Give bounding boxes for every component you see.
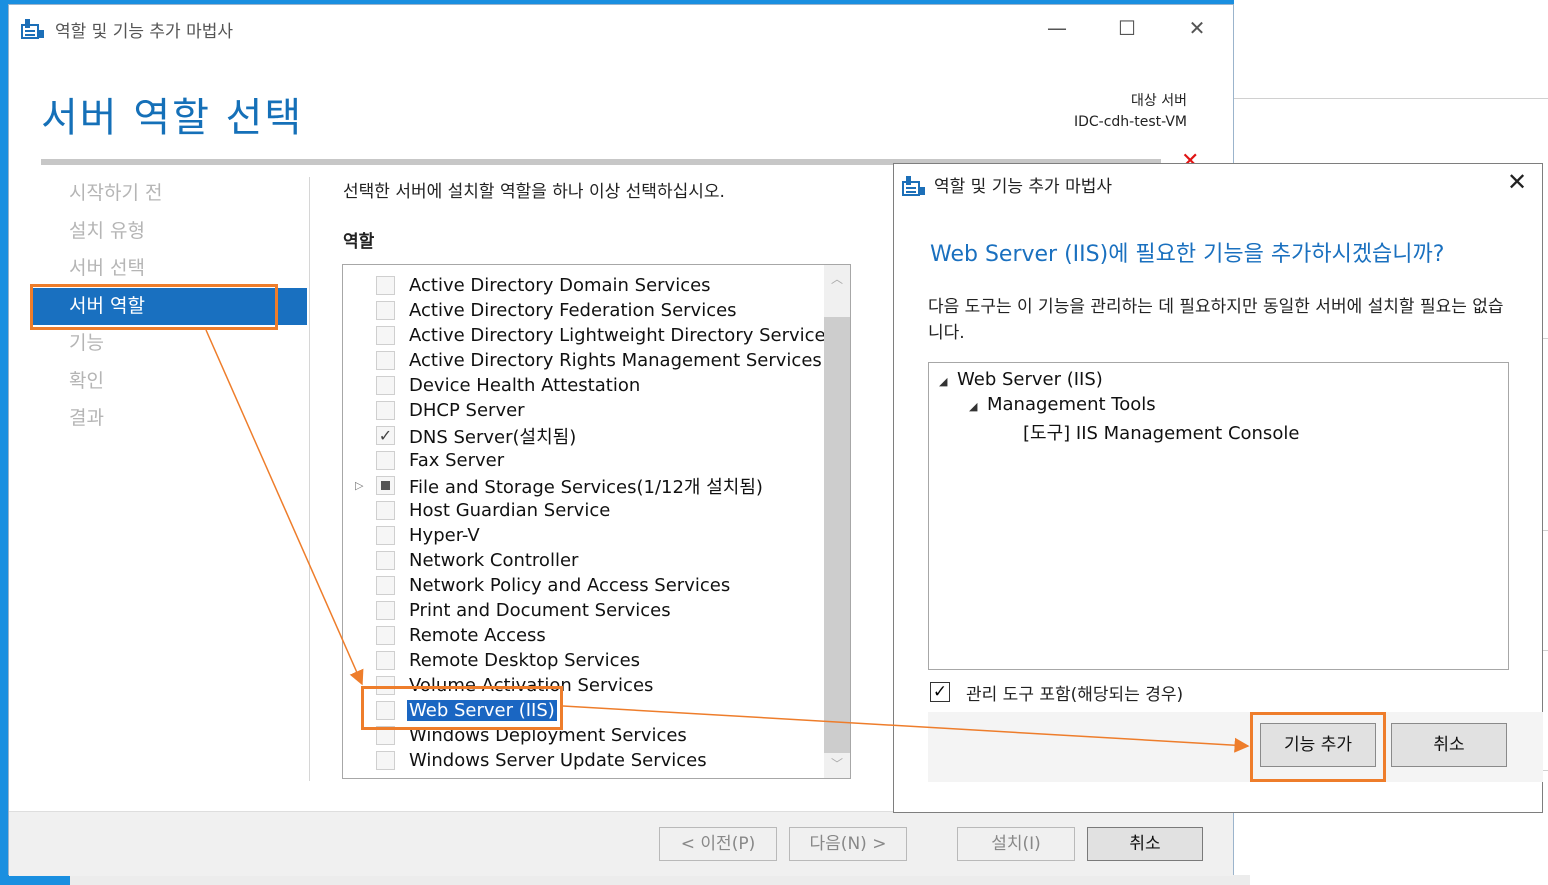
tree-item-iis-management-console[interactable]: [도구] IIS Management Console: [1023, 419, 1299, 445]
minimize-button[interactable]: —: [1037, 13, 1077, 43]
highlight-box-server-roles: [30, 284, 278, 330]
role-checkbox[interactable]: [376, 301, 395, 320]
close-button[interactable]: ✕: [1177, 13, 1217, 43]
include-tools-label: 관리 도구 포함(해당되는 경우): [966, 685, 1184, 705]
next-button[interactable]: 다음(N) >: [789, 827, 907, 861]
role-row[interactable]: ✓ DNS Server(설치됨): [343, 423, 823, 448]
role-label: Print and Document Services: [409, 600, 671, 621]
role-checkbox[interactable]: [376, 576, 395, 595]
role-row[interactable]: Active Directory Rights Management Servi…: [343, 348, 823, 373]
role-checkbox[interactable]: [376, 526, 395, 545]
role-label: Device Health Attestation: [409, 375, 641, 396]
roles-heading: 역할: [343, 232, 375, 252]
role-row[interactable]: Print and Document Services: [343, 598, 823, 623]
tree-item-web-server[interactable]: ◢ Web Server (IIS): [939, 369, 1103, 390]
window-title: 역할 및 기능 추가 마법사: [55, 22, 234, 42]
dialog-description: 다음 도구는 이 기능을 관리하는 데 필요하지만 동일한 서버에 설치할 필요…: [928, 297, 1504, 343]
expanded-triangle-icon[interactable]: ◢: [969, 400, 987, 413]
instruction-text: 선택한 서버에 설치할 역할을 하나 이상 선택하십시오.: [343, 182, 725, 202]
nav-divider: [309, 177, 310, 781]
role-label: Active Directory Federation Services: [409, 300, 737, 321]
desktop-background: [0, 0, 8, 885]
scroll-thumb[interactable]: [824, 317, 850, 753]
role-label: Remote Access: [409, 625, 546, 646]
nav-item-installation-type[interactable]: 설치 유형: [31, 213, 307, 251]
role-label: Host Guardian Service: [409, 500, 611, 521]
role-checkbox[interactable]: [376, 376, 395, 395]
role-row[interactable]: Windows Server Update Services: [343, 748, 823, 773]
dialog-close-button[interactable]: ✕: [1502, 168, 1532, 196]
role-row[interactable]: Active Directory Domain Services: [343, 273, 823, 298]
role-checkbox[interactable]: [376, 651, 395, 670]
role-checkbox[interactable]: [376, 476, 395, 495]
role-checkbox[interactable]: ✓: [376, 426, 395, 445]
server-manager-icon: [902, 176, 925, 196]
role-checkbox[interactable]: [376, 401, 395, 420]
include-tools-checkbox[interactable]: ✓: [930, 682, 950, 702]
role-row[interactable]: Host Guardian Service: [343, 498, 823, 523]
role-label: DHCP Server: [409, 400, 525, 421]
role-label: Active Directory Rights Management Servi…: [409, 350, 822, 371]
role-checkbox[interactable]: [376, 551, 395, 570]
role-label: Active Directory Domain Services: [409, 275, 711, 296]
role-checkbox[interactable]: [376, 351, 395, 370]
server-manager-icon: [21, 19, 44, 39]
maximize-button[interactable]: ☐: [1107, 13, 1147, 43]
target-server-info: 대상 서버 IDC-cdh-test-VM: [1074, 91, 1187, 133]
expanded-triangle-icon[interactable]: ◢: [939, 375, 957, 388]
role-row[interactable]: Fax Server: [343, 448, 823, 473]
role-label: File and Storage Services(1/12개 설치됨): [409, 476, 763, 498]
role-row[interactable]: Network Controller: [343, 548, 823, 573]
role-checkbox[interactable]: [376, 451, 395, 470]
nav-item-confirmation[interactable]: 확인: [31, 363, 307, 401]
role-label: Active Directory Lightweight Directory S…: [409, 325, 835, 346]
nav-item-before-you-begin[interactable]: 시작하기 전: [31, 175, 307, 213]
dialog-title: 역할 및 기능 추가 마법사: [934, 177, 1113, 197]
role-label: Fax Server: [409, 450, 505, 471]
role-label: DNS Server(설치됨): [409, 426, 577, 448]
role-checkbox[interactable]: [376, 751, 395, 770]
target-server-name: IDC-cdh-test-VM: [1073, 114, 1187, 130]
role-label: Network Controller: [409, 550, 579, 571]
previous-button[interactable]: < 이전(P): [659, 827, 777, 861]
role-checkbox[interactable]: [376, 501, 395, 520]
role-row[interactable]: Active Directory Lightweight Directory S…: [343, 323, 835, 348]
install-button[interactable]: 설치(I): [957, 827, 1075, 861]
role-checkbox[interactable]: [376, 601, 395, 620]
role-label: Remote Desktop Services: [409, 650, 641, 671]
role-row[interactable]: Active Directory Federation Services: [343, 298, 823, 323]
scroll-up-arrow-icon[interactable]: ︿: [824, 267, 850, 291]
nav-item-results[interactable]: 결과: [31, 400, 307, 438]
role-row[interactable]: Network Policy and Access Services: [343, 573, 823, 598]
features-tree[interactable]: ◢ Web Server (IIS) ◢ Management Tools [도구]…: [928, 362, 1509, 670]
role-row[interactable]: Remote Access: [343, 623, 823, 648]
dialog-heading: Web Server (IIS)에 필요한 기능을 추가하시겠습니까?: [930, 242, 1445, 267]
nav-item-server-selection[interactable]: 서버 선택: [31, 250, 307, 288]
role-checkbox[interactable]: [376, 276, 395, 295]
cancel-button[interactable]: 취소: [1087, 827, 1203, 861]
role-label: Hyper-V: [409, 525, 480, 546]
expand-arrow-icon[interactable]: ▷: [355, 479, 363, 492]
target-server-label: 대상 서버: [1131, 93, 1187, 109]
page-title: 서버 역할 선택: [41, 95, 304, 141]
role-row[interactable]: Hyper-V: [343, 523, 823, 548]
highlight-box-web-server: [361, 686, 563, 730]
tree-item-management-tools[interactable]: ◢ Management Tools: [969, 394, 1156, 415]
role-row[interactable]: ▷ File and Storage Services(1/12개 설치됨): [343, 473, 823, 498]
highlight-box-add-features: [1250, 712, 1386, 782]
role-row[interactable]: Remote Desktop Services: [343, 648, 823, 673]
nav-item-features[interactable]: 기능: [31, 325, 307, 363]
add-features-dialog: 역할 및 기능 추가 마법사 ✕ Web Server (IIS)에 필요한 기…: [893, 163, 1543, 813]
taskbar-fragment: [70, 875, 1250, 885]
role-row[interactable]: DHCP Server: [343, 398, 823, 423]
scroll-down-arrow-icon[interactable]: ﹀: [824, 752, 850, 776]
roles-scrollbar[interactable]: ︿ ﹀: [824, 265, 850, 778]
role-checkbox[interactable]: [376, 626, 395, 645]
dialog-cancel-button[interactable]: 취소: [1391, 723, 1507, 767]
role-label: Windows Server Update Services: [409, 750, 707, 771]
role-row[interactable]: Device Health Attestation: [343, 373, 823, 398]
role-label: Network Policy and Access Services: [409, 575, 731, 596]
role-checkbox[interactable]: [376, 326, 395, 345]
